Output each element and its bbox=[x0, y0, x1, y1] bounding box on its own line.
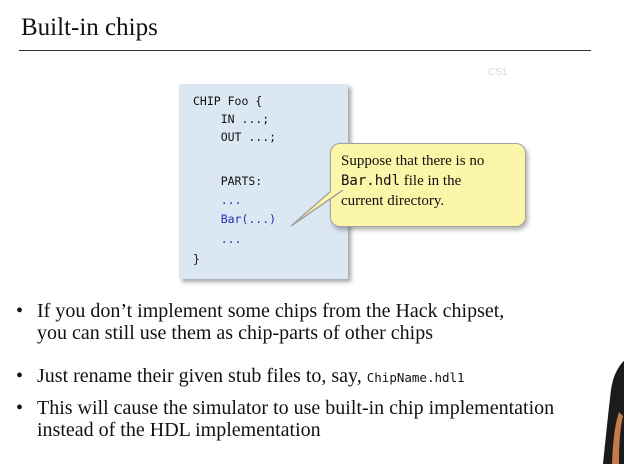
slide-title: Built-in chips bbox=[21, 14, 158, 41]
bullet-marker: • bbox=[16, 365, 24, 387]
bullet-line: This will cause the simulator to use bui… bbox=[37, 397, 555, 419]
callout-line-2-rest: file in the bbox=[400, 173, 462, 189]
code-line: ... bbox=[193, 193, 242, 207]
callout-bubble: Suppose that there is no Bar.hdl file in… bbox=[330, 143, 526, 227]
callout-line-2: Bar.hdl file in the bbox=[341, 171, 521, 191]
bullet-text: If you don’t implement some chips from t… bbox=[37, 300, 624, 344]
bullet-marker: • bbox=[16, 300, 24, 322]
bullet-code: ChipName.hdl1 bbox=[366, 370, 465, 385]
code-line-highlight: Bar(...) bbox=[193, 212, 277, 226]
code-line: PARTS: bbox=[193, 174, 263, 188]
callout-filename: Bar.hdl bbox=[341, 173, 401, 189]
hdl-code-box: CHIP Foo { IN ...; OUT ...; PARTS: ... B… bbox=[179, 84, 348, 279]
bullet-marker: • bbox=[16, 397, 24, 419]
code-line: IN ...; bbox=[193, 112, 270, 126]
code-line: ... bbox=[193, 232, 242, 246]
bullet-line: you can still use them as chip-parts of … bbox=[37, 322, 434, 344]
title-divider bbox=[19, 50, 591, 51]
bullet-line: If you don’t implement some chips from t… bbox=[37, 300, 505, 322]
presenter-silhouette bbox=[603, 360, 624, 464]
bullet-text: Just rename their given stub files to, s… bbox=[37, 365, 624, 389]
code-line: OUT ...; bbox=[193, 130, 277, 144]
callout-line-3: current directory. bbox=[341, 193, 445, 209]
code-line: CHIP Foo { bbox=[193, 94, 263, 108]
callout-pointer bbox=[290, 190, 344, 227]
bullet-line: Just rename their given stub files to, s… bbox=[37, 365, 367, 387]
bullet-line: instead of the HDL implementation bbox=[37, 419, 321, 441]
watermark: CS1 bbox=[488, 67, 508, 78]
callout-text: Suppose that there is no Bar.hdl file in… bbox=[341, 151, 521, 211]
code-line: } bbox=[193, 252, 200, 266]
bullet-text: This will cause the simulator to use bui… bbox=[37, 397, 624, 441]
callout-line-1: Suppose that there is no bbox=[341, 153, 485, 169]
